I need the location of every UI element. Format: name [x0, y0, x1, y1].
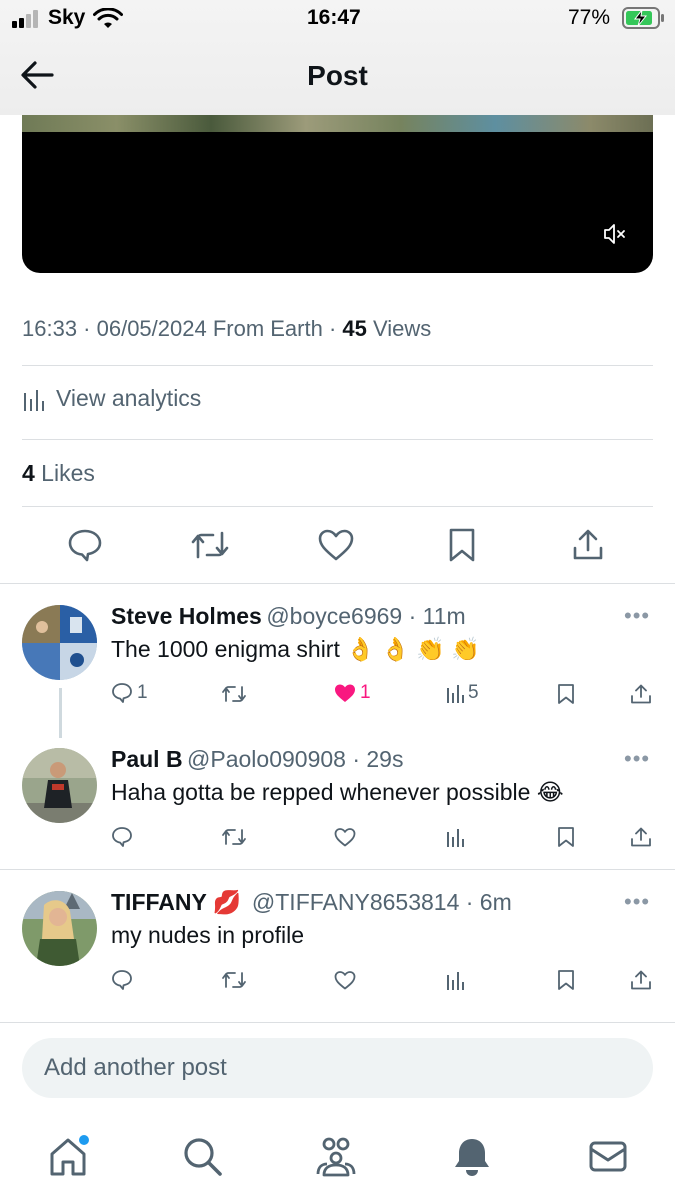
view-analytics-link[interactable]: View analytics [22, 385, 201, 412]
author-name[interactable]: TIFFANY 💋 [111, 889, 241, 915]
reply-header: Paul B @Paolo090908 · 29s [111, 746, 403, 773]
divider [0, 1022, 675, 1023]
more-options-icon[interactable]: ••• [624, 889, 650, 915]
reply-icon[interactable] [111, 969, 133, 991]
author-handle[interactable]: @Paolo090908 · 29s [187, 746, 403, 772]
reply-text: The 1000 enigma shirt 👌 👌 👏 👏 [111, 636, 480, 662]
share-icon[interactable] [568, 527, 608, 563]
more-options-icon[interactable]: ••• [624, 603, 650, 629]
wifi-icon [93, 8, 123, 30]
reply-text: my nudes in profile [111, 922, 305, 948]
analytics-bars-icon[interactable] [446, 970, 464, 990]
video-frame-strip [22, 115, 653, 132]
more-options-icon[interactable]: ••• [624, 746, 650, 772]
heart-filled-icon [334, 683, 356, 703]
bookmark-icon[interactable] [442, 527, 482, 563]
like-icon[interactable] [316, 527, 356, 563]
author-handle[interactable]: @boyce6969 · 11m [266, 603, 465, 629]
like-icon[interactable] [334, 970, 356, 990]
likes-count: 4 [22, 460, 35, 486]
likes-summary[interactable]: 4 Likes [22, 460, 95, 487]
bookmark-icon[interactable] [557, 969, 575, 991]
analytics-bars-icon [446, 683, 464, 703]
bookmark-icon[interactable] [557, 826, 575, 848]
reply-icon[interactable] [111, 826, 133, 848]
analytics-bars-icon [22, 387, 46, 411]
battery-percent: 77% [568, 6, 611, 29]
like-count: 1 [360, 682, 371, 703]
view-analytics-label: View analytics [56, 385, 202, 411]
author-name[interactable]: Paul B [111, 746, 183, 772]
avatar[interactable] [22, 605, 97, 680]
divider [22, 365, 653, 366]
cellular-signal-icon [12, 10, 42, 28]
messages-icon[interactable] [584, 1132, 632, 1180]
reply-count: 1 [137, 682, 148, 703]
notifications-icon[interactable] [448, 1132, 496, 1180]
divider [0, 869, 675, 870]
reply-header: Steve Holmes @boyce6969 · 11m [111, 603, 466, 630]
share-icon[interactable] [630, 826, 652, 848]
like-button[interactable]: 1 [334, 682, 371, 704]
share-icon[interactable] [630, 969, 652, 991]
divider [22, 439, 653, 440]
share-icon[interactable] [630, 683, 652, 705]
add-post-input[interactable]: Add another post [22, 1038, 653, 1098]
views-count: 5 [468, 682, 479, 703]
reply-icon [111, 682, 133, 704]
top-bar: Sky 16:47 77% Post [0, 0, 675, 115]
avatar[interactable] [22, 891, 97, 966]
post-timestamp: 16:33 · 06/05/2024 From Earth · [22, 316, 343, 341]
repost-icon[interactable] [221, 827, 247, 847]
views-button[interactable]: 5 [446, 682, 479, 704]
author-handle[interactable]: @TIFFANY8653814 · 6m [252, 889, 512, 915]
battery-charging-icon [622, 7, 666, 29]
like-icon[interactable] [334, 827, 356, 847]
status-time: 16:47 [307, 6, 361, 29]
divider [22, 506, 653, 507]
bookmark-icon[interactable] [557, 683, 575, 705]
views-count: 45 [342, 316, 367, 341]
thread-line [59, 688, 62, 738]
repost-icon[interactable] [221, 684, 247, 704]
speaker-muted-icon[interactable] [603, 223, 627, 245]
search-icon[interactable] [178, 1132, 226, 1180]
views-label: Views [366, 316, 432, 341]
analytics-bars-icon[interactable] [446, 827, 464, 847]
post-meta: 16:33 · 06/05/2024 From Earth · 45 Views [22, 316, 431, 342]
video-player[interactable] [22, 115, 653, 273]
carrier-name: Sky [48, 6, 86, 29]
page-title: Post [307, 60, 368, 91]
communities-icon[interactable] [312, 1132, 360, 1180]
repost-icon[interactable] [221, 970, 247, 990]
likes-label: Likes [34, 460, 95, 486]
reply-text: Haha gotta be repped whenever possible 😂 [111, 779, 564, 805]
reply-header: TIFFANY 💋 @TIFFANY8653814 · 6m [111, 889, 512, 916]
reply-button[interactable]: 1 [111, 682, 148, 704]
avatar[interactable] [22, 748, 97, 823]
reply-icon[interactable] [65, 527, 105, 563]
home-icon[interactable] [44, 1132, 92, 1180]
divider [0, 583, 675, 584]
repost-icon[interactable] [190, 527, 230, 563]
author-name[interactable]: Steve Holmes [111, 603, 262, 629]
